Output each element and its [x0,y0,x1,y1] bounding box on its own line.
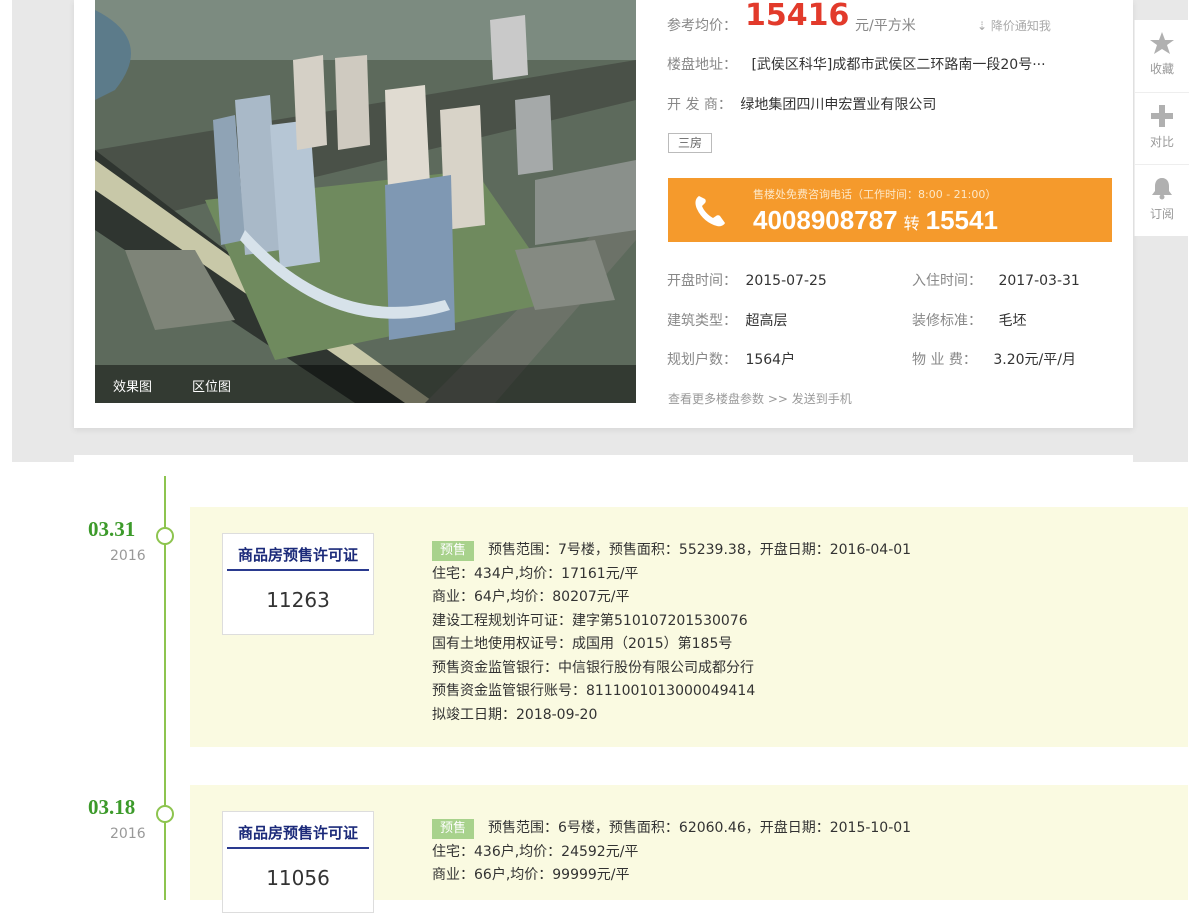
tab-rendering[interactable]: 效果图 [113,376,152,395]
decoration-value: 毛坯 [998,313,1027,329]
developer-value: 绿地集团四川申宏置业有限公司 [740,97,937,113]
hotline-main-number: 4008908787 [753,205,898,235]
hotline-extension: 15541 [925,205,998,235]
price-drop-alert-link[interactable]: ⇣ 降价通知我 [977,17,1051,34]
decoration-row: 装修标准： 毛坯 [912,310,1026,330]
subscribe-label: 订阅 [1149,207,1174,221]
aerial-rendering [95,0,636,403]
bell-icon [1152,178,1172,200]
price-row: 参考均价： 15416 元/平方米 ⇣ 降价通知我 [667,0,1087,38]
price-unit: 元/平方米 [855,18,916,34]
timeline-date: 03.18 [88,795,136,819]
property-rendering-image[interactable]: 效果图 区位图 [95,0,636,403]
detail-line: 预售资金监管银行：中信银行股份有限公司成都分行 [432,659,754,676]
planned-units-value: 1564户 [745,352,796,368]
presale-permit-entry: 商品房预售许可证 11056 预售 预售范围：6号楼，预售面积：62060.46，… [190,785,1188,913]
detail-text: 预售范围：6号楼，预售面积：62060.46，开盘日期：2015-10-01 [488,820,912,836]
room-type-tag[interactable]: 三房 [668,133,713,153]
property-fee-row: 物 业 费： 3.20元/平/月 [912,349,1076,369]
address-value[interactable]: [武侯区科华]成都市武侯区二环路南一段20号··· [751,57,1045,73]
detail-line: 建设工程规划许可证：建字第510107201530076 [432,612,748,629]
favorite-label: 收藏 [1149,62,1174,76]
checkin-label: 入住时间： [912,273,982,289]
sales-hotline-banner[interactable]: 售楼处免费咨询电话（工作时间：8:00 - 21:00） 4008908787 转… [668,178,1112,242]
building-type-row: 建筑类型： 超高层 [667,310,787,330]
open-date-label: 开盘时间： [667,273,737,289]
detail-line: 国有土地使用权证号：成国用（2015）第185号 [432,636,733,652]
detail-line: 拟竣工日期：2018-09-20 [432,706,598,723]
detail-line: 住宅：436户,均价：24592元/平 [432,843,639,860]
permit-card[interactable]: 商品房预售许可证 11056 [222,811,374,913]
subscribe-button[interactable]: 订阅 [1135,164,1189,234]
compare-label: 对比 [1149,135,1174,149]
timeline-year: 2016 [110,826,146,842]
side-toolbar: 收藏 对比 订阅 [1134,20,1189,236]
address-row: 楼盘地址： [武侯区科华]成都市武侯区二环路南一段20号··· [667,54,1046,74]
permit-details: 预售 预售范围：7号楼，预售面积：55239.38，开盘日期：2016-04-01… [432,539,911,727]
permit-title: 商品房预售许可证 [227,544,369,571]
extension-separator: 转 [903,216,920,233]
average-price: 15416 [745,0,850,33]
price-alert-label: 降价通知我 [990,19,1051,33]
permit-title: 商品房预售许可证 [227,822,369,849]
arrow-down-icon: ⇣ [977,19,988,33]
timeline-node [156,527,174,545]
plus-icon [1151,105,1173,127]
detail-line: 住宅：434户,均价：17161元/平 [432,565,639,582]
hotline-hours: 售楼处免费咨询电话（工作时间：8:00 - 21:00） [753,188,997,201]
developer-row: 开 发 商： 绿地集团四川申宏置业有限公司 [667,94,936,114]
presale-permit-entry: 商品房预售许可证 11263 预售 预售范围：7号楼，预售面积：55239.38，… [190,507,1188,747]
address-label: 楼盘地址： [667,57,737,73]
developer-label: 开 发 商： [667,97,732,113]
detail-text: 预售范围：7号楼，预售面积：55239.38，开盘日期：2016-04-01 [488,542,912,558]
favorite-button[interactable]: 收藏 [1135,20,1189,90]
planned-units-label: 规划户数： [667,352,737,368]
compare-button[interactable]: 对比 [1135,92,1189,162]
property-fee-value: 3.20元/平/月 [993,352,1076,368]
more-params-link[interactable]: 查看更多楼盘参数 >> 发送到手机 [668,390,852,407]
detail-line: 预售资金监管银行账号：8111001013000049414 [432,683,756,699]
detail-line: 预售 预售范围：6号楼，预售面积：62060.46，开盘日期：2015-10-01 [432,817,911,841]
building-type-value: 超高层 [745,313,788,329]
presale-badge: 预售 [432,819,475,839]
decoration-label: 装修标准： [912,313,982,329]
permit-card[interactable]: 商品房预售许可证 11263 [222,533,374,635]
open-date-row: 开盘时间： 2015-07-25 [667,270,827,290]
open-date-value: 2015-07-25 [745,273,827,289]
detail-line: 预售 预售范围：7号楼，预售面积：55239.38，开盘日期：2016-04-01 [432,539,911,563]
building-type-label: 建筑类型： [667,313,737,329]
photo-tab-bar: 效果图 区位图 [95,365,636,403]
hotline-number: 4008908787 转 15541 [753,205,998,236]
permit-number: 11056 [266,866,330,890]
tab-location-map[interactable]: 区位图 [192,376,231,395]
section-separator [74,455,1133,467]
planned-units-row: 规划户数： 1564户 [667,349,795,369]
timeline-date: 03.31 [88,517,136,541]
detail-line: 商业：64户,均价：80207元/平 [432,589,630,605]
permit-details: 预售 预售范围：6号楼，预售面积：62060.46，开盘日期：2015-10-01… [432,817,911,888]
star-icon [1150,32,1174,54]
permit-number: 11263 [266,588,330,612]
checkin-value: 2017-03-31 [998,273,1080,289]
checkin-row: 入住时间： 2017-03-31 [912,270,1080,290]
phone-icon [695,196,725,227]
timeline-node [156,805,174,823]
detail-line: 商业：66户,均价：99999元/平 [432,867,630,883]
property-fee-label: 物 业 费： [912,352,977,368]
presale-badge: 预售 [432,541,475,561]
timeline-year: 2016 [110,548,146,564]
price-label: 参考均价： [667,18,737,34]
